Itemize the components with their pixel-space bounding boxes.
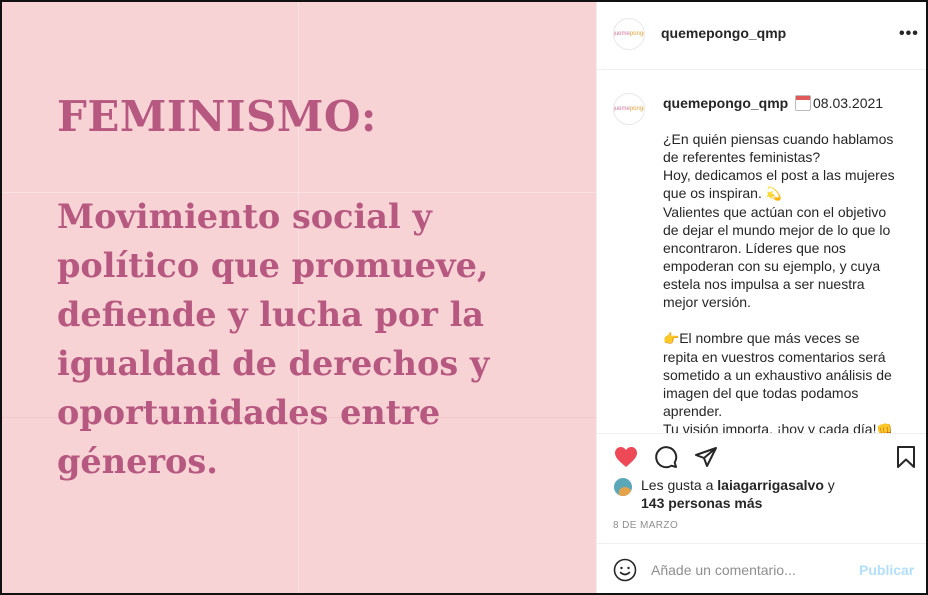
caption-line: ¿En quién piensas cuando hablamos xyxy=(663,131,894,147)
caption-line-text: Tu visión importa, ¡hoy y cada día! xyxy=(663,421,877,433)
emoji-picker-button[interactable] xyxy=(613,558,637,587)
likes-suffix: y xyxy=(823,477,835,493)
image-title: FEMINISMO: xyxy=(57,92,377,141)
caption-line: encontraron. Líderes que nos xyxy=(663,240,846,256)
image-body-line: defiende y lucha por la xyxy=(57,295,485,334)
caption-line-text: El nombre que más veces se xyxy=(679,330,860,346)
avatar-logo-text-b: pongo xyxy=(629,106,645,112)
pointing-hand-icon: 👉 xyxy=(663,331,680,346)
comment-bar: Publicar xyxy=(597,543,926,593)
caption-line: aprender. xyxy=(663,403,723,419)
caption-line: Tu visión importa, ¡hoy y cada día!👊 xyxy=(663,420,913,433)
image-body-line: igualdad de derechos y xyxy=(57,344,490,383)
avatar[interactable]: queme pongo xyxy=(613,18,645,50)
caption-line: sometido a un exhaustivo análisis de xyxy=(663,367,892,383)
comment-input[interactable] xyxy=(651,558,851,582)
caption-line: que os inspiran. 💫 xyxy=(663,184,913,203)
image-body-line: géneros. xyxy=(57,442,218,481)
caption-date: 08.03.2021 xyxy=(813,95,884,111)
caption-line: de dejar el mundo mejor de lo que lo xyxy=(663,222,891,238)
calendar-icon xyxy=(795,95,811,111)
liker-username-link[interactable]: laiagarrigasalvo xyxy=(717,477,824,493)
caption-scroll-area[interactable]: queme pongo quemepongo_qmp 08.03.2021 ¿En… xyxy=(597,71,926,433)
caption-username-link[interactable]: quemepongo_qmp xyxy=(663,95,788,111)
image-body-line: Movimiento social y xyxy=(57,197,432,236)
post-image[interactable]: FEMINISMO: Movimiento social y político … xyxy=(2,2,596,593)
caption-line: 👉El nombre que más veces se xyxy=(663,329,913,348)
caption-text: ¿En quién piensas cuando hablamos de ref… xyxy=(663,130,913,433)
image-body-text: Movimiento social y político que promuev… xyxy=(57,192,577,486)
sparkle-icon: 💫 xyxy=(765,186,782,201)
save-button[interactable] xyxy=(893,444,919,470)
instagram-post-window: FEMINISMO: Movimiento social y político … xyxy=(0,0,928,595)
caption-line-text: que os inspiran. xyxy=(663,185,762,201)
smiley-icon xyxy=(613,558,637,582)
image-body-line: político que promueve, xyxy=(57,246,489,285)
more-options-icon[interactable]: ••• xyxy=(899,25,919,43)
caption-line: repita en vuestros comentarios será xyxy=(663,349,886,365)
likes-line: Les gusta a laiagarrigasalvo y xyxy=(641,477,835,493)
caption-paragraph-gap xyxy=(663,311,913,329)
avatar-logo-text-a: queme xyxy=(613,106,630,112)
caption-line: de referentes feministas? xyxy=(663,149,821,165)
like-button[interactable] xyxy=(613,444,639,470)
post-date[interactable]: 8 DE MARZO xyxy=(613,520,678,531)
caption-line: empoderan con su ejemplo, y cuya xyxy=(663,258,881,274)
liker-avatar[interactable] xyxy=(613,477,633,497)
comment-button[interactable] xyxy=(653,444,679,470)
heart-icon xyxy=(615,447,637,467)
fist-icon: 👊 xyxy=(876,422,893,433)
action-bar xyxy=(597,433,926,473)
caption-line: Hoy, dedicamos el post a las mujeres xyxy=(663,167,895,183)
header-username-link[interactable]: quemepongo_qmp xyxy=(661,25,786,41)
bookmark-icon xyxy=(897,446,915,468)
caption-line: mejor versión. xyxy=(663,294,751,310)
comment-icon xyxy=(655,446,678,469)
share-button[interactable] xyxy=(693,444,719,470)
avatar-logo-text-b: pongo xyxy=(629,31,645,37)
caption-line: Valientes que actúan con el objetivo xyxy=(663,204,887,220)
likes-count-link[interactable]: 143 personas más xyxy=(641,495,762,511)
caption-avatar[interactable]: queme pongo xyxy=(613,93,645,125)
publish-button[interactable]: Publicar xyxy=(859,562,914,578)
paper-plane-icon xyxy=(695,447,717,467)
image-body-line: oportunidades entre xyxy=(57,393,441,432)
likes-prefix: Les gusta a xyxy=(641,477,718,493)
caption-line: estela nos impulsa a ser nuestra xyxy=(663,276,865,292)
caption-line: imagen del que todas podamos xyxy=(663,385,859,401)
post-side-panel: queme pongo quemepongo_qmp ••• queme pongo… xyxy=(596,2,926,593)
post-header: queme pongo quemepongo_qmp ••• xyxy=(597,2,926,70)
avatar-logo-text-a: queme xyxy=(613,31,630,37)
